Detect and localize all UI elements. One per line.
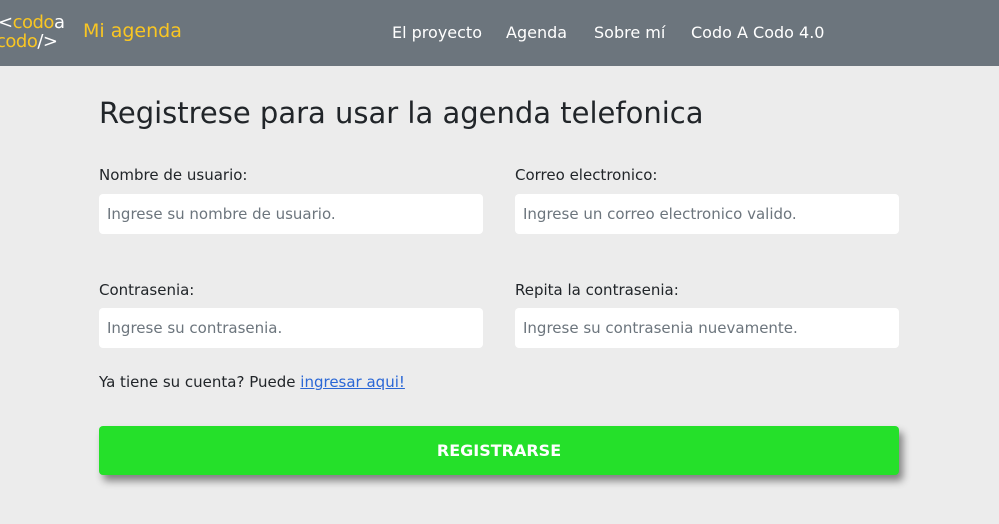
password-repeat-label: Repita la contrasenia: — [515, 281, 679, 299]
nav-link-sobre-mi[interactable]: Sobre mí — [594, 23, 665, 42]
username-label: Nombre de usuario: — [99, 166, 248, 184]
email-label: Correo electronico: — [515, 166, 658, 184]
navbar: <codoa codo/> Mi agenda El proyecto Agen… — [0, 0, 999, 66]
password-repeat-input[interactable] — [515, 308, 899, 348]
logo-bracket: < — [0, 12, 13, 33]
password-input[interactable] — [99, 308, 483, 348]
username-input[interactable] — [99, 194, 483, 234]
email-input[interactable] — [515, 194, 899, 234]
nav-link-el-proyecto[interactable]: El proyecto — [392, 23, 482, 42]
brand-link[interactable]: Mi agenda — [83, 20, 182, 42]
logo-row-2: codo/> — [0, 32, 58, 51]
logo-row-1: <codoa — [0, 12, 65, 33]
nav-link-codo-a-codo[interactable]: Codo A Codo 4.0 — [691, 23, 824, 42]
nav-link-agenda[interactable]: Agenda — [506, 23, 567, 42]
codo-a-codo-logo[interactable]: <codoa codo/> — [0, 13, 72, 53]
password-label: Contrasenia: — [99, 281, 195, 299]
page-title: Registrese para usar la agenda telefonic… — [99, 96, 704, 130]
register-button[interactable]: REGISTRARSE — [99, 426, 899, 475]
logo-letter-a: a — [53, 12, 65, 33]
logo-slash: /> — [37, 31, 58, 52]
logo-word-2: codo — [0, 31, 38, 52]
login-link[interactable]: ingresar aqui! — [300, 373, 405, 391]
login-prompt: Ya tiene su cuenta? Puede ingresar aqui! — [99, 373, 405, 391]
login-prompt-text: Ya tiene su cuenta? Puede — [99, 373, 296, 391]
logo-word-1: codo — [12, 12, 55, 33]
